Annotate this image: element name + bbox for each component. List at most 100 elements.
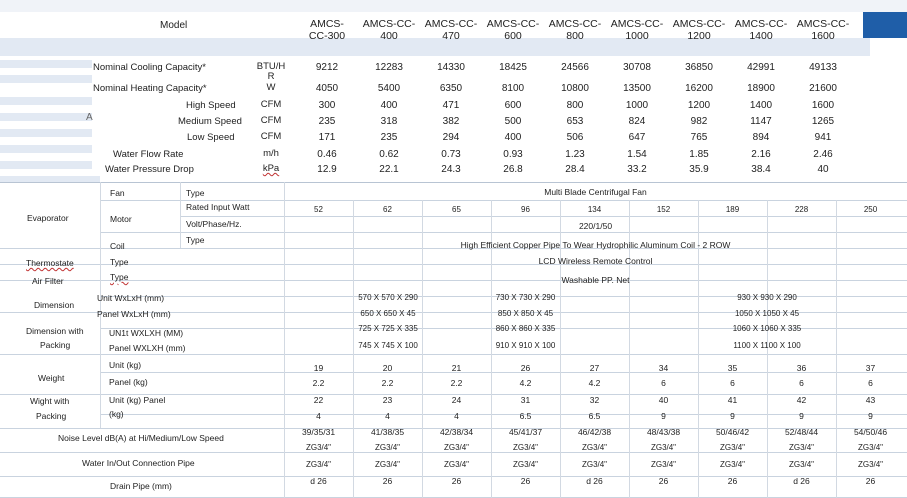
- weight-unit-value: 35: [727, 363, 738, 373]
- spec-value: 318: [380, 116, 398, 127]
- pack-unit-label: UN1t WXLXH (MM): [109, 328, 184, 338]
- spec-value: 824: [628, 116, 646, 127]
- rated-input-value: 134: [587, 205, 602, 214]
- pack-weight-panel-value: 9: [730, 411, 735, 421]
- spec-value: 35.9: [689, 164, 709, 175]
- pack-weight-panel-value: 6.5: [588, 411, 601, 421]
- drain-label: Drain Pipe (mm): [110, 481, 172, 491]
- dimension-value: 930 X 930 X 290: [737, 293, 797, 302]
- spec-value: 22.1: [379, 164, 399, 175]
- water-pipe-value-2: ZG3/4": [512, 460, 539, 469]
- model-header: AMCS-CC-: [424, 18, 478, 30]
- dimension-label: Dimension: [34, 300, 75, 310]
- pack-panel-label: Panel WXLXH (mm): [109, 343, 186, 353]
- water-pipe-value-2: ZG3/4": [581, 460, 608, 469]
- spec-value: 0.62: [379, 149, 399, 160]
- spec-row-label: Nominal Heating Capacity*: [93, 83, 207, 94]
- spec-value: 38.4: [751, 164, 771, 175]
- thermostat-value: LCD Wireless Remote Control: [538, 256, 653, 266]
- spec-value: 1400: [749, 100, 773, 111]
- spec-value: 653: [566, 116, 584, 127]
- volt-value: 220/1/50: [578, 221, 613, 231]
- weight-unit-value: 27: [589, 363, 600, 373]
- grid-line: [100, 232, 907, 233]
- spec-value: 0.73: [441, 149, 461, 160]
- model-header: AMCS-CC-: [796, 18, 850, 30]
- spec-value: 24566: [561, 62, 589, 73]
- pack-weight-panel-value: 4: [385, 411, 390, 421]
- noise-value: 50/46/42: [715, 427, 750, 437]
- band-3: [0, 75, 92, 83]
- model-header: 800: [566, 30, 584, 42]
- water-pipe-value-2: ZG3/4": [650, 460, 677, 469]
- weight-unit-value: 20: [382, 363, 393, 373]
- spec-value: 18425: [499, 62, 527, 73]
- fan-label: Fan: [110, 188, 125, 198]
- weight-panel-value: 4.2: [588, 378, 601, 388]
- weight-panel-value: 2.2: [381, 378, 394, 388]
- weight-unit-value: 36: [796, 363, 807, 373]
- pack-weight-unit-value: 24: [451, 395, 462, 405]
- spec-value: 8100: [501, 83, 525, 94]
- spec-value: 13500: [623, 83, 651, 94]
- wp-panel-label: (kg): [109, 409, 124, 419]
- spec-value: 600: [504, 100, 522, 111]
- spec-value: 294: [442, 132, 460, 143]
- band-7: [0, 145, 92, 153]
- spec-row-unit: m/h: [263, 148, 279, 159]
- noise-value: 45/41/37: [508, 427, 543, 437]
- noise-value: 46/42/38: [577, 427, 612, 437]
- pack-weight-unit-value: 31: [520, 395, 531, 405]
- dimension-value: 650 X 650 X 45: [360, 309, 416, 318]
- weight-unit-value: 21: [451, 363, 462, 373]
- model-header: AMCS-CC-: [610, 18, 664, 30]
- water-pipe-value-1: ZG3/4": [650, 443, 677, 452]
- noise-value: 39/35/31: [301, 427, 336, 437]
- spec-value: 400: [504, 132, 522, 143]
- drain-value: 26: [451, 476, 462, 486]
- spec-value: 1147: [750, 116, 772, 127]
- spec-value: 500: [504, 116, 522, 127]
- spec-value: 12.9: [317, 164, 337, 175]
- spec-value: 28.4: [565, 164, 585, 175]
- spec-value: 765: [690, 132, 708, 143]
- wp-unit-label: Unit (kg) Panel: [109, 395, 166, 405]
- spec-value: 36850: [685, 62, 713, 73]
- pack-weight-panel-value: 4: [454, 411, 459, 421]
- model-header: AMCS-: [310, 18, 344, 30]
- spec-value: 12283: [375, 62, 403, 73]
- spec-value: 941: [814, 132, 832, 143]
- pack-weight-unit-value: 41: [727, 395, 738, 405]
- weight-unit-value: 19: [313, 363, 324, 373]
- wp-label-1: Wight with: [30, 396, 70, 406]
- rated-input-value: 52: [314, 205, 323, 214]
- model-header: CC-300: [308, 30, 346, 42]
- band-5: [0, 113, 92, 121]
- spec-row-unit: CFM: [260, 115, 282, 126]
- dimension-value: 730 X 730 X 290: [495, 293, 556, 302]
- spec-value: 10800: [561, 83, 589, 94]
- model-header: 1400: [749, 30, 773, 42]
- w-panel-label: Panel (kg): [109, 377, 148, 387]
- spec-row-label: Water Flow Rate: [113, 149, 184, 160]
- drain-value: 26: [658, 476, 669, 486]
- water-pipe-value-2: ZG3/4": [443, 460, 470, 469]
- spec-row-unit: CFM: [260, 131, 282, 142]
- model-header: 1600: [811, 30, 835, 42]
- rated-input-label: Rated Input Watt: [186, 202, 250, 212]
- spec-value: 235: [380, 132, 398, 143]
- model-header: AMCS-CC-: [672, 18, 726, 30]
- grid-line: [180, 216, 907, 217]
- noise-value: 42/38/34: [439, 427, 474, 437]
- spec-value: 982: [690, 116, 708, 127]
- spec-value: 1.54: [627, 149, 647, 160]
- spec-row-label: Medium Speed: [178, 116, 242, 127]
- accent-bar-right: [863, 12, 907, 38]
- dimension-value: 910 X 910 X 100: [495, 341, 556, 350]
- spec-value: 2.16: [751, 149, 771, 160]
- spec-value: 6350: [439, 83, 463, 94]
- drain-value: d 26: [586, 476, 603, 486]
- spec-value: 16200: [685, 83, 713, 94]
- rated-input-value: 250: [863, 205, 878, 214]
- spec-value: 18900: [747, 83, 775, 94]
